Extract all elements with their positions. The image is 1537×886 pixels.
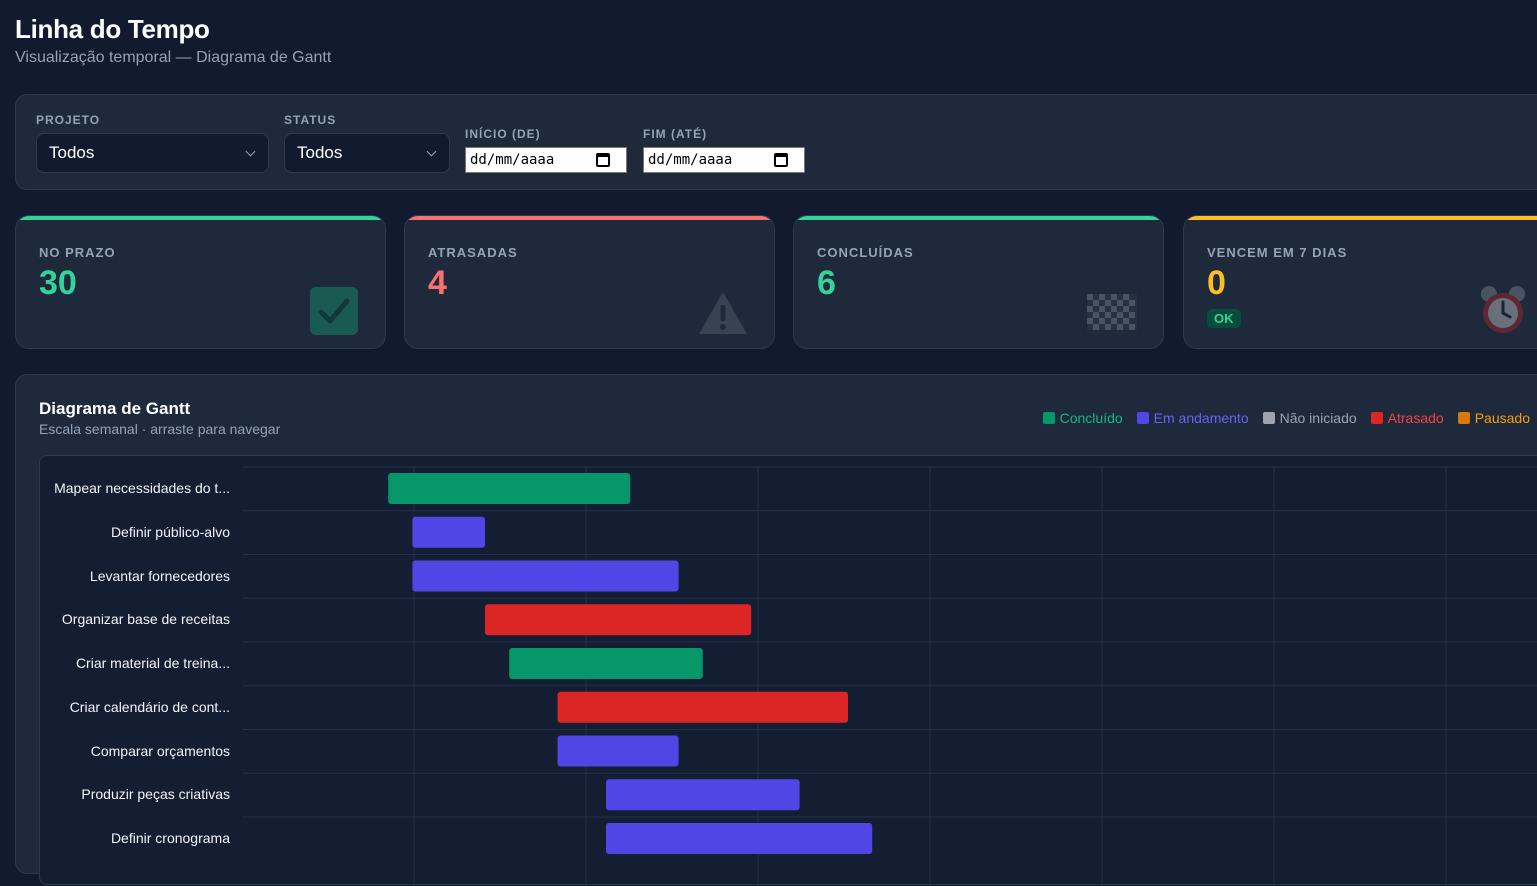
kpi-value: 4 <box>428 264 447 302</box>
gantt-row-label: Levantar fornecedores <box>89 567 230 584</box>
end-date-input[interactable]: dd/mm/aaaa <box>643 147 805 173</box>
page-header: Linha do Tempo Visualização temporal — D… <box>15 14 331 67</box>
status-select-value: Todos <box>297 143 343 162</box>
gantt-chart[interactable]: Mapear necessidades do t... Definir públi… <box>39 455 1537 886</box>
project-select-value: Todos <box>49 143 95 162</box>
gantt-row-label: Mapear necessidades do t... <box>54 480 230 496</box>
gantt-row-label: Criar material de treina... <box>75 655 230 671</box>
end-date-label: FIM (ATÉ) <box>643 127 708 141</box>
check-icon <box>310 287 358 335</box>
page-title: Linha do Tempo <box>15 14 210 44</box>
kpi-label: CONCLUÍDAS <box>817 245 914 260</box>
kpi-value: 30 <box>39 264 77 302</box>
legend-swatch <box>1042 412 1055 424</box>
kpi-card-on-time: NO PRAZO 30 <box>15 215 386 349</box>
legend-item: Atrasado <box>1370 410 1444 426</box>
end-date-filter: FIM (ATÉ) dd/mm/aaaa <box>643 127 805 173</box>
status-select[interactable]: Todos <box>284 133 450 173</box>
gantt-bar[interactable] <box>412 560 679 592</box>
legend-swatch <box>1370 412 1383 424</box>
status-filter-label: STATUS <box>284 113 337 127</box>
legend-swatch <box>1457 412 1470 424</box>
gantt-row-label: Produzir peças criativas <box>81 786 230 803</box>
legend-item: Em andamento <box>1136 410 1249 426</box>
alarm-clock-icon <box>1481 286 1525 333</box>
gantt-bar[interactable] <box>606 779 800 811</box>
start-date-filter: INÍCIO (DE) dd/mm/aaaa <box>465 127 627 173</box>
chevron-down-icon <box>426 146 437 157</box>
status-badge: OK <box>1207 309 1241 328</box>
gantt-row-label: Definir cronograma <box>110 830 230 846</box>
gantt-bar[interactable] <box>388 473 631 504</box>
start-date-placeholder: dd/mm/aaaa <box>470 152 555 168</box>
legend-label: Não iniciado <box>1279 410 1357 426</box>
kpi-card-completed: CONCLUÍDAS 6 <box>793 215 1164 349</box>
legend-swatch <box>1136 412 1149 424</box>
legend-item: Pausado <box>1457 410 1530 426</box>
kpi-label: ATRASADAS <box>428 245 518 260</box>
kpi-accent-bar <box>1184 216 1537 220</box>
kpi-accent-bar <box>16 216 385 220</box>
calendar-icon[interactable] <box>774 153 788 167</box>
project-filter: PROJETO Todos <box>36 113 269 173</box>
gantt-bar[interactable] <box>509 648 703 679</box>
gantt-grid <box>243 466 1537 886</box>
legend-label: Atrasado <box>1387 410 1444 426</box>
gantt-bar[interactable] <box>606 823 873 854</box>
kpi-accent-bar <box>405 216 774 220</box>
legend-item: Concluído <box>1042 410 1123 426</box>
start-date-label: INÍCIO (DE) <box>465 127 541 141</box>
filters-panel: PROJETO Todos STATUS Todos INÍCIO (DE) d… <box>15 94 1537 190</box>
gantt-legend: Concluído Em andamento Não iniciado Atrasad… <box>1042 410 1530 426</box>
kpi-value: 0 <box>1207 264 1226 302</box>
kpi-label: VENCEM EM 7 DIAS <box>1207 245 1348 260</box>
start-date-input[interactable]: dd/mm/aaaa <box>465 147 627 173</box>
legend-item: Não iniciado <box>1262 410 1357 426</box>
kpi-value: 6 <box>817 264 836 302</box>
legend-label: Em andamento <box>1153 410 1249 426</box>
legend-label: Concluído <box>1059 410 1123 426</box>
gantt-bar[interactable] <box>557 735 679 767</box>
warning-icon <box>699 292 747 334</box>
kpi-card-due-soon: VENCEM EM 7 DIAS 0 OK <box>1183 215 1537 349</box>
project-select[interactable]: Todos <box>36 133 269 173</box>
kpi-label: NO PRAZO <box>39 245 116 260</box>
kpi-accent-bar <box>794 216 1163 220</box>
gantt-card: Diagrama de Gantt Escala semanal · arras… <box>15 374 1537 886</box>
end-date-placeholder: dd/mm/aaaa <box>648 152 733 168</box>
legend-label: Pausado <box>1474 410 1530 426</box>
kpi-card-late: ATRASADAS 4 <box>404 215 775 349</box>
gantt-bar[interactable] <box>412 516 485 548</box>
calendar-icon[interactable] <box>596 153 610 167</box>
gantt-row-label: Criar calendário de cont... <box>69 698 230 715</box>
chevron-down-icon <box>245 146 256 157</box>
gantt-row-label: Comparar orçamentos <box>90 742 230 759</box>
gantt-bar[interactable] <box>485 604 752 636</box>
gantt-row-label: Organizar base de receitas <box>61 611 230 628</box>
gantt-subtitle: Escala semanal · arraste para navegar <box>39 421 281 437</box>
status-filter: STATUS Todos <box>284 113 450 173</box>
page-subtitle: Visualização temporal — Diagrama de Gant… <box>15 49 332 66</box>
project-filter-label: PROJETO <box>36 113 101 127</box>
gantt-bar[interactable] <box>557 691 848 723</box>
checkered-flag-icon <box>1087 294 1137 330</box>
gantt-title: Diagrama de Gantt <box>39 399 191 418</box>
legend-swatch <box>1262 412 1275 424</box>
gantt-row-label: Definir público-alvo <box>110 523 230 540</box>
